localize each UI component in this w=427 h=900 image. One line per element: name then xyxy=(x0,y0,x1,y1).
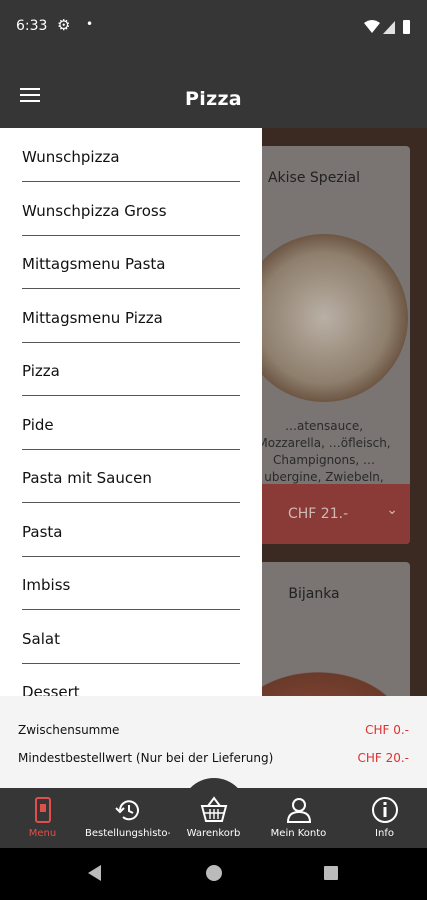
signal-icon xyxy=(383,21,395,34)
drawer-item-label: Imbiss xyxy=(22,576,71,594)
category-drawer: Wunschpizza Wunschpizza Gross Mittagsmen… xyxy=(0,128,262,696)
pizza-image xyxy=(240,234,408,402)
page-title: Pizza xyxy=(185,88,242,110)
nav-order-history[interactable]: Bestellungshisto- xyxy=(85,788,170,848)
drawer-item-label: Wunschpizza xyxy=(22,148,120,166)
nav-info-label: Info xyxy=(375,828,394,839)
subtotal-value: CHF 0.- xyxy=(365,723,409,737)
notification-dot: • xyxy=(86,17,94,31)
nav-basket[interactable]: Warenkorb xyxy=(171,788,256,848)
drawer-item[interactable]: Mittagsmenu Pasta xyxy=(0,235,262,289)
minimum-order-label: Mindestbestellwert (Nur bei der Lieferun… xyxy=(18,751,274,765)
nav-basket-label: Warenkorb xyxy=(186,828,241,839)
drawer-item-label: Wunschpizza Gross xyxy=(22,201,167,220)
drawer-item-label: Mittagsmenu Pasta xyxy=(22,255,166,273)
drawer-item[interactable]: Mittagsmenu Pizza xyxy=(0,289,262,343)
system-navigation-bar xyxy=(0,848,427,900)
nav-order-history-label: Bestellungshisto- xyxy=(85,828,170,839)
drawer-item[interactable]: Pasta xyxy=(0,503,262,557)
home-icon[interactable] xyxy=(206,865,222,881)
product-price: CHF 21.- xyxy=(288,506,349,522)
drawer-item[interactable]: Wunschpizza xyxy=(0,128,262,182)
basket-icon xyxy=(200,796,227,822)
system-status-icons xyxy=(364,20,410,34)
drawer-item-label: Mittagsmenu Pizza xyxy=(22,308,163,327)
drawer-item-label: Pasta mit Saucen xyxy=(22,469,152,487)
gear-icon: ⚙ xyxy=(57,16,71,34)
app-bar: Pizza xyxy=(0,56,427,128)
drawer-item[interactable]: Pide xyxy=(0,396,262,450)
subtotal-row: Zwischensumme CHF 0.- xyxy=(18,723,409,737)
battery-icon xyxy=(403,20,410,34)
drawer-item[interactable]: Dessert xyxy=(0,663,262,696)
drawer-item-label: Dessert xyxy=(22,683,80,696)
chevron-down-icon[interactable]: ⌄ xyxy=(386,502,398,518)
minimum-order-row: Mindestbestellwert (Nur bei der Lieferun… xyxy=(18,751,409,765)
phone-menu-icon xyxy=(34,797,51,823)
nav-menu-label: Menu xyxy=(28,828,57,839)
order-summary: Zwischensumme CHF 0.- Mindestbestellwert… xyxy=(0,696,427,788)
drawer-item[interactable]: Salat xyxy=(0,610,262,664)
bottom-navigation: Menu Bestellungshisto- Warenkorb Mein Ko… xyxy=(0,778,427,848)
drawer-item[interactable]: Imbiss xyxy=(0,556,262,610)
minimum-order-value: CHF 20.- xyxy=(357,751,409,765)
drawer-item[interactable]: Pizza xyxy=(0,342,262,396)
subtotal-label: Zwischensumme xyxy=(18,723,120,737)
recent-apps-icon[interactable] xyxy=(324,866,338,880)
status-time: 6:33 xyxy=(16,18,48,34)
info-icon xyxy=(371,797,398,823)
drawer-item[interactable]: Pasta mit Saucen xyxy=(0,449,262,503)
status-bar: 6:33 ⚙ • xyxy=(0,0,427,56)
nav-my-account-label: Mein Konto xyxy=(270,828,327,839)
nav-info[interactable]: Info xyxy=(342,788,427,848)
drawer-item-label: Pide xyxy=(22,415,54,434)
user-icon xyxy=(286,798,311,823)
wifi-icon xyxy=(364,20,380,33)
drawer-item-label: Pizza xyxy=(22,362,60,380)
pizza-image xyxy=(250,662,410,696)
drawer-item[interactable]: Wunschpizza Gross xyxy=(0,182,262,236)
nav-menu[interactable]: Menu xyxy=(0,788,85,848)
history-icon xyxy=(114,800,139,821)
back-icon[interactable] xyxy=(88,865,101,881)
drawer-item-label: Pasta xyxy=(22,522,63,541)
drawer-item-label: Salat xyxy=(22,629,60,648)
nav-my-account[interactable]: Mein Konto xyxy=(256,788,341,848)
